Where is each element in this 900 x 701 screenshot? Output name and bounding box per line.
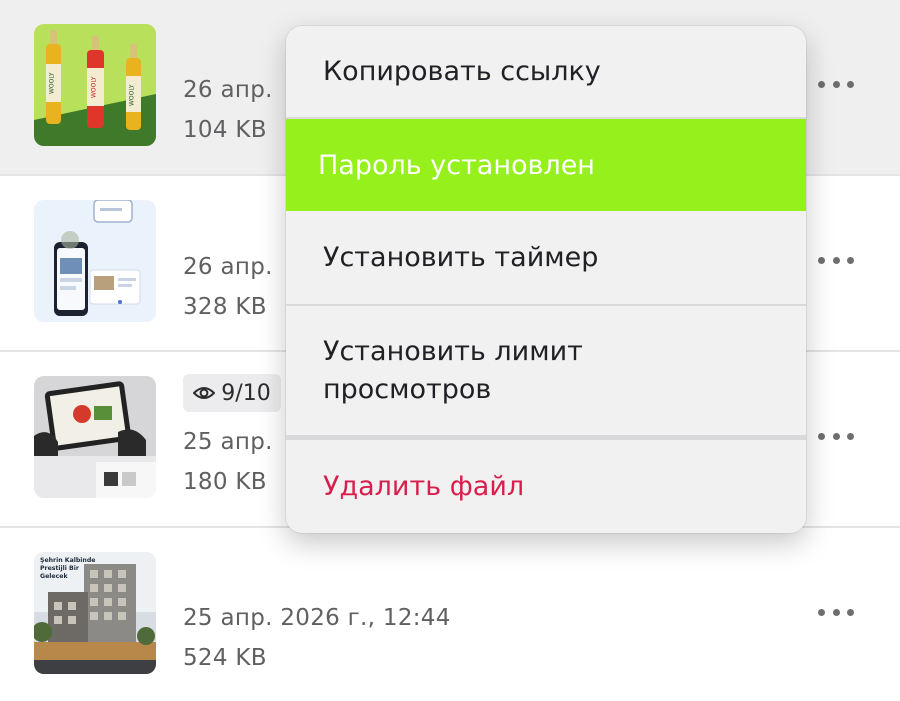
svg-text:Şehrin Kalbinde: Şehrin Kalbinde (40, 557, 95, 564)
svg-text:Gelecek: Gelecek (40, 573, 68, 580)
file-date: 26 апр. (183, 254, 273, 280)
bottles-thumbnail-image: WOOLY WOOLY WOOLY (34, 24, 156, 146)
password-set-label: Пароль установлен (318, 149, 595, 181)
file-thumbnail[interactable] (34, 200, 156, 322)
copy-link-label: Копировать ссылку (323, 56, 601, 87)
svg-text:Prestijli Bir: Prestijli Bir (40, 565, 80, 572)
file-thumbnail[interactable]: WOOLY WOOLY WOOLY (34, 24, 156, 146)
file-row[interactable]: Şehrin Kalbinde Prestijli Bir Gelecek 25… (0, 528, 900, 701)
set-timer-label: Установить таймер (323, 242, 599, 273)
set-timer-menu-item[interactable]: Установить таймер (286, 211, 806, 306)
more-icon[interactable] (818, 426, 854, 446)
building-thumbnail-image: Şehrin Kalbinde Prestijli Bir Gelecek (34, 552, 156, 674)
set-view-limit-label-line2: просмотров (323, 373, 492, 405)
file-thumbnail[interactable]: Şehrin Kalbinde Prestijli Bir Gelecek (34, 552, 156, 674)
more-icon[interactable] (818, 602, 854, 622)
svg-text:WOOLY: WOOLY (49, 72, 56, 94)
tablet-thumbnail-image (34, 376, 156, 498)
file-size: 328 KB (183, 294, 267, 320)
file-date: 26 апр. (183, 77, 273, 103)
set-view-limit-menu-item[interactable]: Установить лимит просмотров (286, 306, 806, 440)
views-count: 9/10 (221, 380, 271, 406)
password-set-menu-item[interactable]: Пароль установлен (286, 119, 806, 211)
file-date: 25 апр. (183, 429, 273, 455)
file-context-menu: Копировать ссылку Пароль установлен Уста… (286, 26, 806, 533)
copy-link-menu-item[interactable]: Копировать ссылку (286, 26, 806, 119)
file-meta: 26 апр. 328 KB (183, 247, 273, 327)
file-meta: 25 апр. 2026 г., 12:44 524 KB (183, 598, 451, 678)
file-size: 104 KB (183, 117, 267, 143)
svg-text:WOOLY: WOOLY (91, 76, 98, 98)
delete-file-menu-item[interactable]: Удалить файл (286, 440, 806, 533)
file-thumbnail[interactable] (34, 376, 156, 498)
svg-text:WOOLY: WOOLY (129, 84, 136, 106)
eye-icon (193, 387, 216, 399)
file-size: 524 KB (183, 645, 267, 671)
file-size: 180 KB (183, 469, 267, 495)
more-icon[interactable] (818, 74, 854, 94)
more-icon[interactable] (818, 250, 854, 270)
delete-file-label: Удалить файл (323, 471, 525, 502)
file-date: 25 апр. 2026 г., 12:44 (183, 605, 451, 631)
set-view-limit-label-line1: Установить лимит (323, 335, 583, 367)
file-meta: 26 апр. 104 KB (183, 70, 273, 150)
file-meta: 25 апр. 180 KB (183, 422, 273, 502)
views-badge: 9/10 (183, 374, 281, 412)
app-mockup-thumbnail-image (34, 200, 156, 322)
